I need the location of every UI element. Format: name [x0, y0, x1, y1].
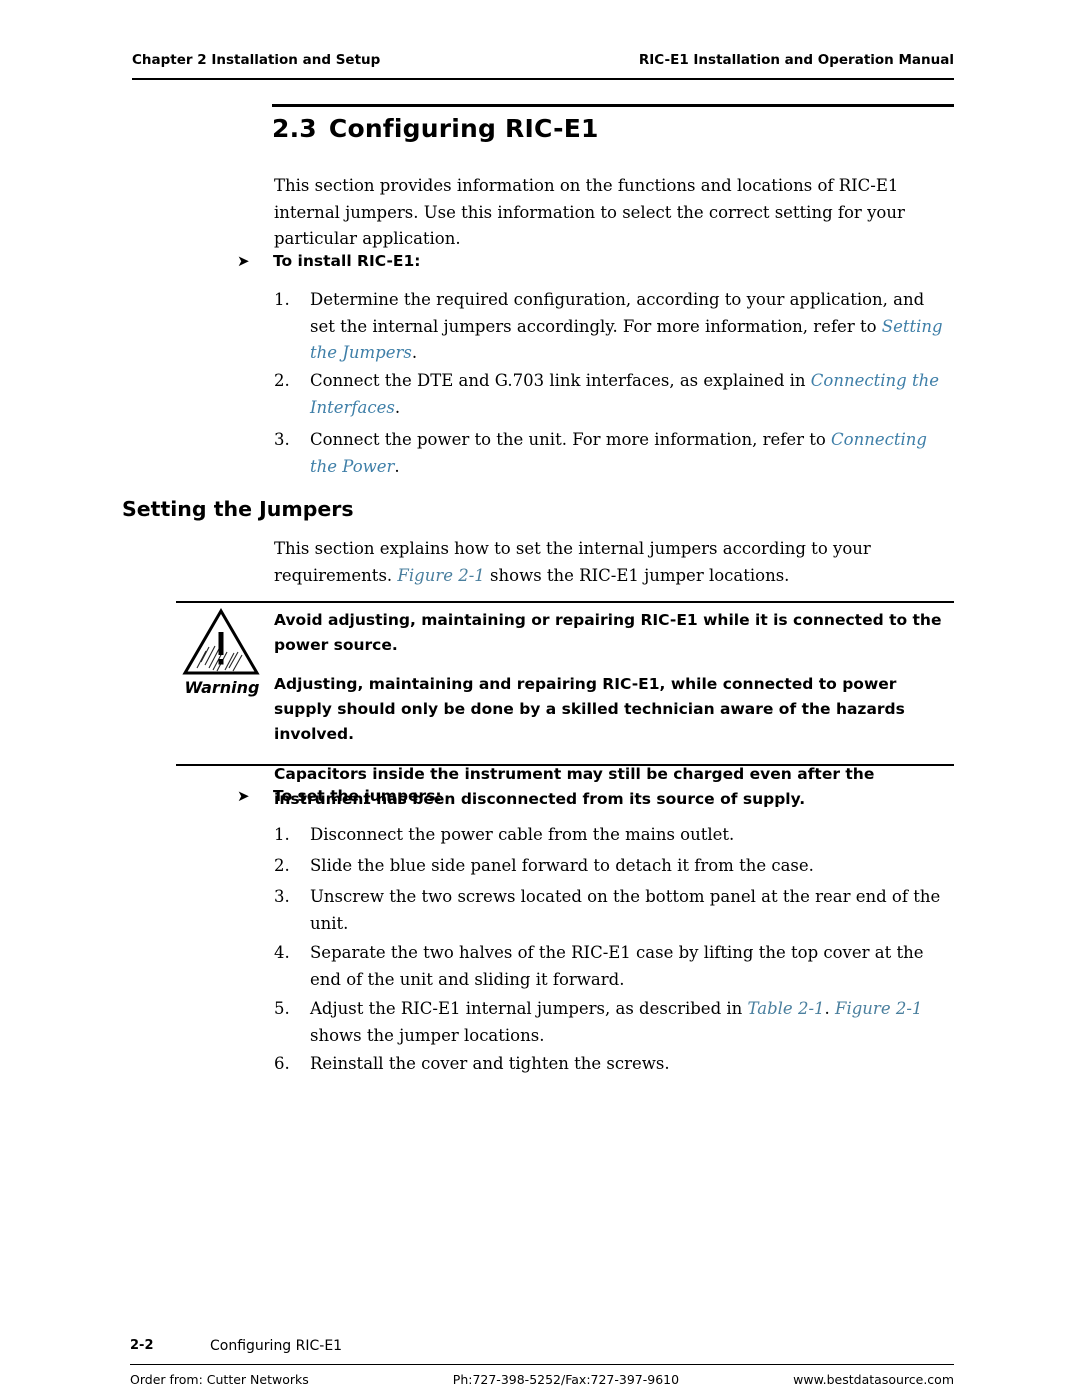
footer-page-number: 2-2 [130, 1338, 154, 1353]
install-procedure-heading-label: To install RIC-E1: [273, 252, 421, 270]
list-item-text: Slide the blue side panel forward to det… [310, 856, 814, 875]
list-item-text-after: shows the jumper locations. [310, 1025, 545, 1045]
footer-phone: Ph:727-398-5252/Fax:727-397-9610 [452, 1372, 680, 1387]
document-page: Chapter 2 Installation and Setup RIC-E1 … [0, 0, 1080, 1397]
warning-triangle-icon [182, 608, 260, 676]
footer-website[interactable]: www.bestdatasource.com [793, 1372, 954, 1387]
footer-divider [130, 1364, 954, 1365]
list-item-text: Separate the two halves of the RIC-E1 ca… [310, 943, 924, 989]
list-item-text-after: . [394, 397, 401, 417]
jumpers-procedure-heading: ➤ To set the jumpers: [237, 787, 442, 805]
list-item: 3. Unscrew the two screws located on the… [274, 884, 954, 937]
list-item-number: 2. [274, 371, 290, 390]
footer-contact-bar: Order from: Cutter Networks Ph:727-398-5… [130, 1372, 954, 1387]
subsection-intro-after: shows the RIC-E1 jumper locations. [484, 565, 790, 585]
list-item: 5. Adjust the RIC-E1 internal jumpers, a… [274, 996, 954, 1049]
list-item-text: Connect the DTE and G.703 link interface… [310, 368, 954, 421]
list-item: 6. Reinstall the cover and tighten the s… [274, 1051, 954, 1078]
header-manual-title: RIC-E1 Installation and Operation Manual [638, 52, 954, 68]
figure-reference-link[interactable]: Figure 2-1 [835, 999, 922, 1018]
section-title-text: Configuring RIC-E1 [328, 114, 599, 143]
list-item-text-mid: . [824, 999, 836, 1018]
list-item-text: Connect the power to the unit. For more … [310, 427, 954, 480]
list-item-number: 1. [274, 825, 290, 844]
list-item: 2. Slide the blue side panel forward to … [274, 853, 954, 880]
subsection-title: Setting the Jumpers [122, 497, 354, 521]
footer-order-from: Order from: Cutter Networks [130, 1372, 309, 1387]
arrow-bullet-icon: ➤ [237, 787, 250, 805]
section-title-rule [272, 104, 954, 107]
subsection-intro-paragraph: This section explains how to set the int… [274, 536, 954, 589]
footer-section-title: Configuring RIC-E1 [210, 1338, 343, 1354]
jumpers-procedure-heading-label: To set the jumpers: [273, 787, 442, 805]
page-header: Chapter 2 Installation and Setup RIC-E1 … [132, 52, 954, 68]
list-item: 3. Connect the power to the unit. For mo… [274, 427, 954, 480]
section-number: 2.3 [272, 114, 317, 143]
list-item: 1. Determine the required configuration,… [274, 287, 954, 367]
list-item-text: Determine the required configuration, ac… [310, 287, 954, 367]
list-item-text: Reinstall the cover and tighten the scre… [310, 1054, 670, 1073]
section-intro-paragraph: This section provides information on the… [274, 176, 905, 249]
list-item-text-before: Adjust the RIC-E1 internal jumpers, as d… [310, 999, 748, 1018]
list-item: 1. Disconnect the power cable from the m… [274, 822, 954, 849]
warning-top-divider [176, 601, 954, 603]
header-chapter: Chapter 2 Installation and Setup [132, 52, 381, 68]
list-item-text-before: Determine the required configuration, ac… [310, 290, 925, 336]
install-procedure-heading: ➤ To install RIC-E1: [237, 252, 420, 270]
list-item-text: Adjust the RIC-E1 internal jumpers, as d… [310, 996, 954, 1049]
list-item-number: 1. [274, 290, 290, 309]
list-item-text-before: Connect the DTE and G.703 link interface… [310, 371, 811, 390]
list-item-text-after: . [394, 456, 400, 476]
warning-paragraph: Avoid adjusting, maintaining or repairin… [274, 611, 942, 655]
figure-reference-link[interactable]: Figure 2-1 [397, 566, 484, 585]
arrow-bullet-icon: ➤ [237, 252, 250, 270]
list-item-text-after: . [411, 343, 418, 363]
list-item: 2. Connect the DTE and G.703 link interf… [274, 368, 954, 421]
warning-paragraph: Adjusting, maintaining and repairing RIC… [274, 675, 905, 744]
list-item-number: 6. [274, 1054, 290, 1073]
warning-label: Warning [184, 678, 260, 697]
page-title: 2.3 Configuring RIC-E1 [272, 114, 599, 143]
list-item-number: 3. [274, 430, 290, 449]
warning-bottom-divider [176, 764, 954, 766]
header-divider [132, 78, 954, 80]
list-item-text: Disconnect the power cable from the main… [310, 825, 735, 844]
table-reference-link[interactable]: Table 2-1 [748, 999, 825, 1018]
list-item-number: 2. [274, 856, 290, 875]
list-item: 4. Separate the two halves of the RIC-E1… [274, 940, 954, 993]
list-item-number: 5. [274, 999, 290, 1018]
list-item-number: 3. [274, 887, 290, 906]
list-item-number: 4. [274, 943, 290, 962]
list-item-text: Unscrew the two screws located on the bo… [310, 887, 941, 933]
warning-text: Avoid adjusting, maintaining or repairin… [274, 608, 954, 812]
list-item-text-before: Connect the power to the unit. For more … [310, 430, 832, 449]
